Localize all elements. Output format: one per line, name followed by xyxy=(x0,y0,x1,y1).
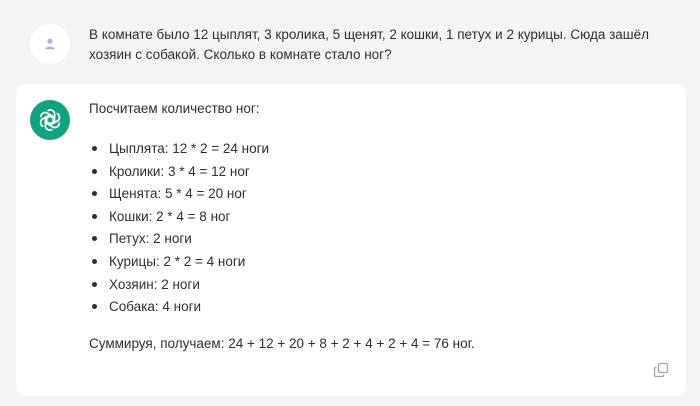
calculation-list: Цыплята: 12 * 2 = 24 ноги Кролики: 3 * 4… xyxy=(89,139,649,320)
bullet xyxy=(92,168,97,174)
list-item: Хозяин: 2 ноги xyxy=(89,275,649,298)
assistant-intro: Посчитаем количество ног: xyxy=(89,101,260,116)
list-item-text: Хозяин: 2 ноги xyxy=(109,276,200,292)
bullet xyxy=(92,146,97,151)
bullet xyxy=(92,236,97,242)
list-item-text: Цыплята: 12 * 2 = 24 ноги xyxy=(109,141,270,156)
user-message: В комнате было 12 цыплят, 3 кролика, 5 щ… xyxy=(0,0,700,84)
user-icon xyxy=(45,38,55,50)
bullet xyxy=(92,191,97,197)
list-item: Курицы: 2 * 2 = 4 ноги xyxy=(89,252,649,275)
bullet xyxy=(92,213,97,219)
openai-logo-icon xyxy=(39,109,61,131)
list-item: Кошки: 2 * 4 = 8 ног xyxy=(89,207,649,230)
copy-icon xyxy=(653,362,669,378)
user-avatar xyxy=(30,24,70,64)
list-item: Цыплята: 12 * 2 = 24 ноги xyxy=(89,139,649,162)
list-item: Кролики: 3 * 4 = 12 ног xyxy=(89,162,649,185)
list-item: Щенята: 5 * 4 = 20 ног xyxy=(89,184,649,207)
list-item-text: Щенята: 5 * 4 = 20 ног xyxy=(109,186,247,202)
list-item: Собака: 4 ноги xyxy=(89,297,649,320)
copy-button[interactable] xyxy=(652,361,670,379)
assistant-avatar xyxy=(30,100,70,140)
user-message-text: В комнате было 12 цыплят, 3 кролика, 5 щ… xyxy=(89,27,649,62)
list-item-text: Кошки: 2 * 4 = 8 ног xyxy=(109,208,231,224)
assistant-summary: Суммируя, получаем: 24 + 12 + 20 + 8 + 2… xyxy=(89,335,475,351)
list-item-text: Собака: 4 ноги xyxy=(109,299,202,315)
list-item-text: Кролики: 3 * 4 = 12 ног xyxy=(109,163,250,179)
list-item-text: Петух: 2 ноги xyxy=(109,231,192,247)
assistant-message-body: Посчитаем количество ног: Цыплята: 12 * … xyxy=(89,99,649,354)
list-item-text: Курицы: 2 * 2 = 4 ноги xyxy=(109,253,246,269)
list-item: Петух: 2 ноги xyxy=(89,229,649,252)
assistant-message: Посчитаем количество ног: Цыплята: 12 * … xyxy=(16,84,686,396)
bullet xyxy=(92,258,97,264)
bullet xyxy=(92,281,97,287)
bullet xyxy=(92,304,97,310)
